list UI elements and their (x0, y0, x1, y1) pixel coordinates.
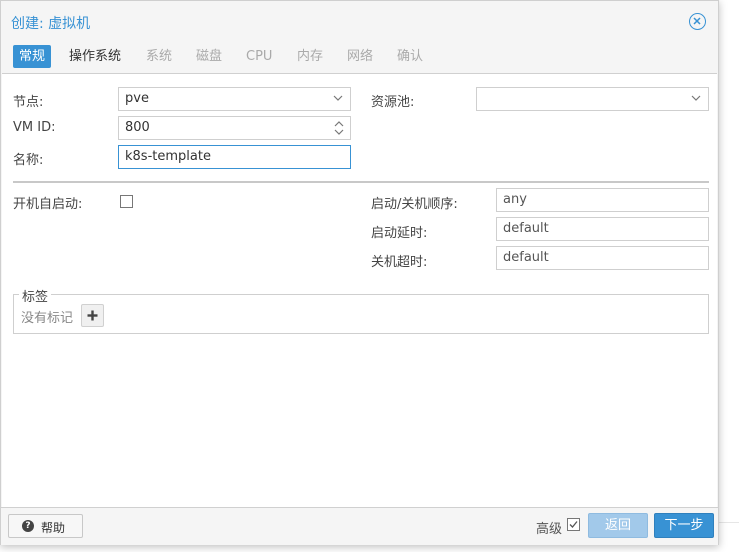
tab-network[interactable]: 网络 (341, 45, 379, 68)
node-select[interactable]: pve (118, 87, 351, 111)
node-value: pve (125, 91, 149, 106)
no-tags-text: 没有标记 (21, 311, 74, 326)
tab-system[interactable]: 系统 (140, 45, 178, 68)
shutdown-timeout-label: 关机超时: (371, 255, 428, 270)
help-button[interactable]: ? 帮助 (8, 514, 83, 538)
spinner-arrows-icon[interactable] (333, 118, 345, 138)
node-label: 节点: (13, 95, 44, 110)
tab-cpu[interactable]: CPU (240, 45, 278, 68)
chevron-down-icon (691, 95, 701, 101)
help-label: 帮助 (41, 521, 66, 535)
next-button[interactable]: 下一步 (654, 513, 714, 538)
pool-label: 资源池: (371, 95, 415, 110)
name-label: 名称: (13, 153, 44, 168)
name-input[interactable]: k8s-template (118, 145, 351, 169)
wizard-tabs: 常规 操作系统 系统 磁盘 CPU 内存 网络 确认 (1, 43, 718, 73)
tab-disks[interactable]: 磁盘 (190, 45, 228, 68)
close-icon[interactable] (689, 13, 706, 30)
startup-order-label: 启动/关机顺序: (371, 197, 458, 212)
tab-os[interactable]: 操作系统 (63, 45, 127, 68)
name-value: k8s-template (125, 149, 211, 164)
dialog-footer: ? 帮助 高级 返回 下一步 (1, 507, 718, 545)
vmid-spinner[interactable]: 800 (118, 116, 351, 140)
onboot-checkbox[interactable] (120, 195, 133, 208)
vmid-value: 800 (125, 120, 150, 135)
dialog-title: 创建: 虚拟机 (11, 16, 91, 32)
tab-confirm[interactable]: 确认 (391, 45, 429, 68)
add-tag-button[interactable] (81, 304, 104, 327)
vmid-label: VM ID: (13, 120, 56, 135)
background-right (719, 0, 739, 552)
create-vm-dialog: 创建: 虚拟机 常规 操作系统 系统 磁盘 CPU 内存 网络 确认 节点: p… (0, 0, 719, 545)
general-panel: 节点: pve VM ID: 800 名称: k8s-template 资源池: (2, 73, 717, 507)
startup-delay-value: default (503, 221, 549, 236)
startup-order-value: any (503, 192, 527, 207)
background-line (719, 522, 739, 523)
pool-select[interactable] (476, 87, 709, 111)
startup-delay-label: 启动延时: (371, 226, 428, 241)
chevron-down-icon (333, 95, 343, 101)
tab-general[interactable]: 常规 (13, 45, 52, 68)
back-button[interactable]: 返回 (588, 513, 648, 538)
shutdown-timeout-input[interactable]: default (496, 246, 709, 270)
question-circle-icon: ? (22, 520, 34, 532)
startup-order-input[interactable]: any (496, 188, 709, 212)
dialog-titlebar: 创建: 虚拟机 (1, 1, 718, 41)
advanced-label: 高级 (536, 522, 563, 537)
shutdown-timeout-value: default (503, 250, 549, 265)
tags-fieldset (13, 294, 709, 334)
section-divider (13, 181, 709, 183)
tab-memory[interactable]: 内存 (291, 45, 329, 68)
tags-legend: 标签 (19, 286, 52, 305)
plus-icon (87, 310, 98, 321)
checkmark-icon (569, 521, 578, 528)
onboot-label: 开机自启动: (13, 197, 83, 212)
advanced-checkbox[interactable] (567, 518, 580, 531)
startup-delay-input[interactable]: default (496, 217, 709, 241)
